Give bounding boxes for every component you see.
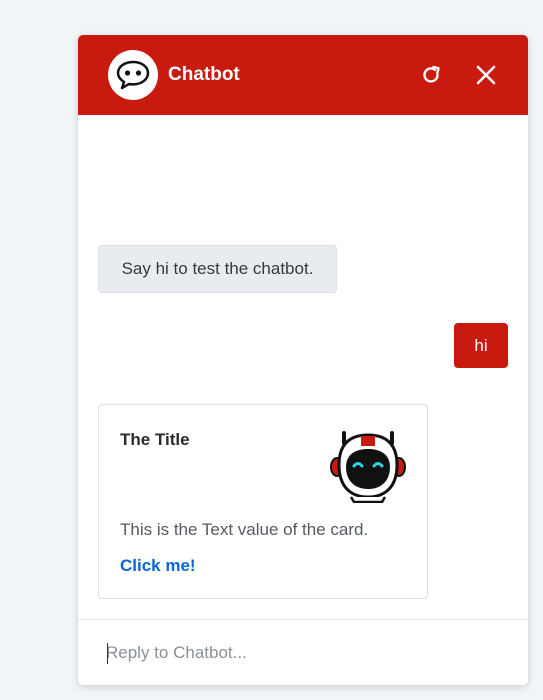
refresh-icon	[423, 65, 440, 83]
card-image	[329, 429, 407, 504]
bot-message: Say hi to test the chatbot.	[98, 245, 337, 293]
card-text: This is the Text value of the card.	[120, 520, 369, 539]
refresh-button[interactable]	[416, 60, 446, 90]
message-card: The Title This is the Text value of the …	[98, 404, 428, 599]
chat-bubble-icon	[116, 60, 150, 90]
chat-window: Chatbot Say hi to test the chatbot. hi T…	[78, 35, 528, 685]
chat-header: Chatbot	[78, 35, 528, 115]
user-message: hi	[454, 323, 508, 368]
card-title: The Title	[120, 430, 190, 449]
chat-title: Chatbot	[168, 64, 240, 85]
robot-icon	[330, 431, 406, 504]
reply-input[interactable]	[106, 635, 506, 671]
composer-divider	[78, 619, 528, 620]
close-button[interactable]	[471, 60, 501, 90]
text-cursor	[107, 643, 108, 664]
close-icon	[476, 65, 496, 85]
card-link[interactable]: Click me!	[120, 556, 196, 576]
chatbot-avatar	[108, 50, 158, 100]
